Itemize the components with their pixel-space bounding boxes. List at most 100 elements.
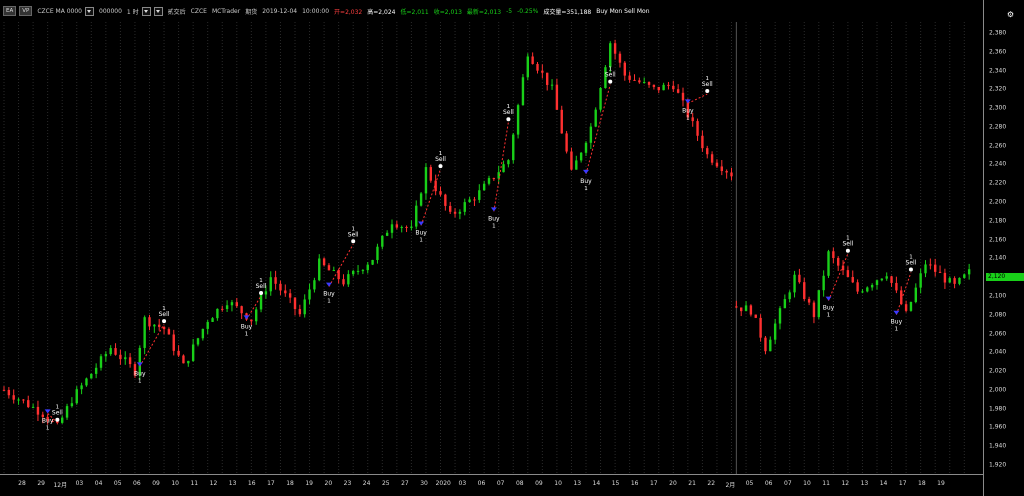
price-tick: 2,100 xyxy=(989,292,1007,300)
sell-qty: 1 xyxy=(351,226,355,232)
sell-label: Sell xyxy=(52,410,63,417)
date-tick: 17 xyxy=(267,480,275,487)
candle-body xyxy=(221,308,224,310)
candle-body xyxy=(579,152,583,161)
symbol-label[interactable]: CZCE MA 0000 xyxy=(37,8,82,15)
buy-marker xyxy=(825,296,832,301)
candle-body xyxy=(27,400,30,408)
candle-body xyxy=(235,302,238,307)
buy-qty: 1 xyxy=(327,299,331,305)
buy-label: Buy xyxy=(323,291,335,298)
price-chart[interactable]: Buy1Sell1Buy1Sell1Buy1Sell1Buy1Sell1Buy1… xyxy=(0,22,983,474)
candle-body xyxy=(570,151,573,170)
date-tick: 30 xyxy=(420,480,428,487)
candle-body xyxy=(424,167,428,194)
sell-marker xyxy=(506,117,511,122)
buy-label: Buy xyxy=(823,305,835,312)
buy-marker xyxy=(684,99,691,104)
candle-body xyxy=(80,385,83,390)
buy-qty: 1 xyxy=(138,378,142,384)
price-tick: 2,180 xyxy=(989,217,1007,225)
candle-body xyxy=(230,302,234,306)
price-tick: 2,380 xyxy=(989,29,1007,37)
date-tick: 06 xyxy=(764,480,773,487)
settings-dropdown-icon[interactable] xyxy=(153,6,163,16)
symbol-dropdown-icon[interactable] xyxy=(85,6,94,16)
candle-body xyxy=(560,109,563,134)
buy-marker xyxy=(243,315,250,320)
candle-body xyxy=(735,306,738,308)
date-tick: 18 xyxy=(918,480,926,487)
candle-body xyxy=(643,82,646,84)
candle-body xyxy=(943,272,947,283)
date-tick: 19 xyxy=(305,480,314,487)
trade-line xyxy=(493,122,509,212)
candle-body xyxy=(167,329,171,335)
date-tick: 10 xyxy=(171,480,179,487)
candle-body xyxy=(875,280,879,285)
date-tick: 2月 xyxy=(725,482,736,489)
candle-body xyxy=(793,274,796,293)
buy-label: Buy xyxy=(241,323,253,330)
price-tick: 2,320 xyxy=(989,85,1007,93)
candle-body xyxy=(715,162,719,167)
date-tick: 16 xyxy=(630,480,639,487)
buy-qty: 1 xyxy=(895,327,899,333)
candle-body xyxy=(521,77,525,106)
date-tick: 22 xyxy=(707,480,716,487)
date-tick: 04 xyxy=(94,480,103,487)
candle-body xyxy=(453,211,457,214)
interval-dropdown-icon[interactable] xyxy=(141,6,151,16)
candle-body xyxy=(904,304,908,311)
price-tick: 2,040 xyxy=(989,348,1007,356)
buy-qty: 1 xyxy=(492,223,496,229)
trade-line xyxy=(895,272,912,315)
date-tick: 09 xyxy=(535,480,543,487)
candle-body xyxy=(924,264,927,274)
candle-body xyxy=(788,292,791,300)
price-tick: 2,200 xyxy=(989,198,1007,206)
date-tick: 28 xyxy=(18,480,26,487)
candle-body xyxy=(798,274,801,283)
sell-marker xyxy=(705,89,710,94)
candle-body xyxy=(259,294,263,310)
candle-body xyxy=(284,290,287,294)
candle-body xyxy=(492,178,496,180)
candle-body xyxy=(701,135,704,149)
candle-body xyxy=(832,251,835,259)
candle-body xyxy=(870,284,874,288)
tab-button[interactable]: EA xyxy=(3,6,17,16)
sell-marker xyxy=(55,417,60,422)
percent-change: -0.25% xyxy=(517,7,539,15)
candle-body xyxy=(628,75,631,80)
date-tick: 09 xyxy=(152,480,160,487)
gear-icon[interactable]: ⚙ xyxy=(1007,10,1014,19)
sell-label: Sell xyxy=(503,109,514,116)
candle-body xyxy=(211,318,214,322)
date-tick: 29 xyxy=(37,480,45,487)
candle-body xyxy=(880,278,884,281)
price-tick: 2,340 xyxy=(989,67,1007,75)
candle-body xyxy=(293,297,297,310)
candle-body xyxy=(288,293,292,298)
candle-body xyxy=(783,299,787,309)
candle-body xyxy=(444,194,447,206)
price-tick: 2,020 xyxy=(989,367,1007,375)
candle-body xyxy=(599,87,602,110)
buy-marker xyxy=(44,409,51,414)
candle-body xyxy=(473,199,476,201)
vp-button[interactable]: VP xyxy=(19,6,33,16)
candle-body xyxy=(536,63,539,71)
candle-body xyxy=(128,357,132,365)
candle-body xyxy=(725,171,728,173)
candle-body xyxy=(419,193,423,206)
interval-label[interactable]: 1 时 xyxy=(127,7,139,16)
price-tick: 2,360 xyxy=(989,48,1007,56)
sell-label: Sell xyxy=(159,311,170,318)
exchange-label: CZCE xyxy=(190,7,207,15)
candle-body xyxy=(914,287,917,302)
candle-body xyxy=(162,326,166,330)
sell-label: Sell xyxy=(906,259,917,266)
date-tick: 03 xyxy=(458,480,467,487)
sell-marker xyxy=(438,164,443,169)
